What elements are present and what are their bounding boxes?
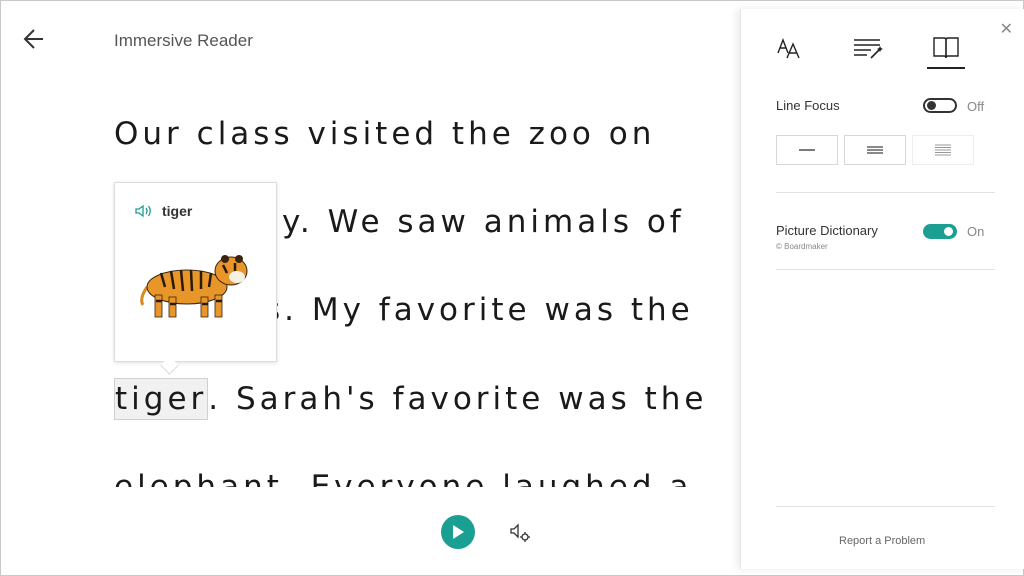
play-button[interactable] (441, 515, 475, 549)
five-lines-icon (935, 144, 951, 156)
voice-settings-icon[interactable] (509, 521, 531, 543)
text-line: Our class visited the zoo on (114, 116, 656, 152)
toggle-knob (944, 227, 953, 236)
line-focus-state: Off (967, 99, 985, 114)
picture-dictionary-credit: © Boardmaker (776, 242, 828, 251)
tiger-illustration (140, 255, 248, 318)
divider (776, 269, 995, 270)
text-line: elephant. Everyone laughed a (114, 469, 693, 487)
three-lines-icon (867, 146, 883, 154)
back-arrow-icon[interactable] (21, 25, 49, 53)
line-focus-one-line-button[interactable] (776, 135, 838, 165)
text-line: y. We saw animals of (282, 204, 685, 240)
tab-grammar-options[interactable] (849, 29, 887, 67)
panel-tabs (771, 29, 965, 69)
settings-panel: ✕ Line Focus Off Picture Dictionary © Bo… (740, 9, 1024, 569)
picture-dictionary-label: Picture Dictionary (776, 223, 878, 238)
picture-dictionary-toggle[interactable] (923, 224, 957, 239)
selected-word[interactable]: tiger (114, 378, 209, 420)
line-focus-three-lines-button[interactable] (844, 135, 906, 165)
text-line: s. My favorite was the (264, 292, 694, 328)
tab-text-preferences[interactable] (771, 29, 809, 67)
tab-reading-preferences[interactable] (927, 29, 965, 69)
divider (776, 506, 995, 507)
line-focus-toggle[interactable] (923, 98, 957, 113)
picture-dictionary-popup: tiger (114, 182, 277, 362)
play-icon (453, 525, 464, 539)
toggle-knob (927, 101, 936, 110)
text-line-rest: . Sarah's favorite was the (208, 381, 708, 417)
popup-word: tiger (162, 203, 193, 219)
close-icon[interactable]: ✕ (1000, 19, 1013, 39)
app-title: Immersive Reader (114, 31, 253, 50)
playback-toolbar (441, 515, 531, 549)
one-line-icon (799, 149, 815, 151)
picture-dictionary-state: On (967, 224, 985, 239)
grammar-wand-icon (854, 39, 883, 59)
line-focus-five-lines-button[interactable] (912, 135, 974, 165)
line-focus-label: Line Focus (776, 98, 840, 113)
divider (776, 192, 995, 193)
text-line: tiger. Sarah's favorite was the (114, 378, 708, 420)
line-focus-options (776, 135, 974, 165)
text-size-icon (777, 38, 800, 59)
report-problem-link[interactable]: Report a Problem (839, 535, 925, 547)
book-icon (933, 37, 959, 59)
speaker-icon[interactable] (135, 204, 154, 218)
